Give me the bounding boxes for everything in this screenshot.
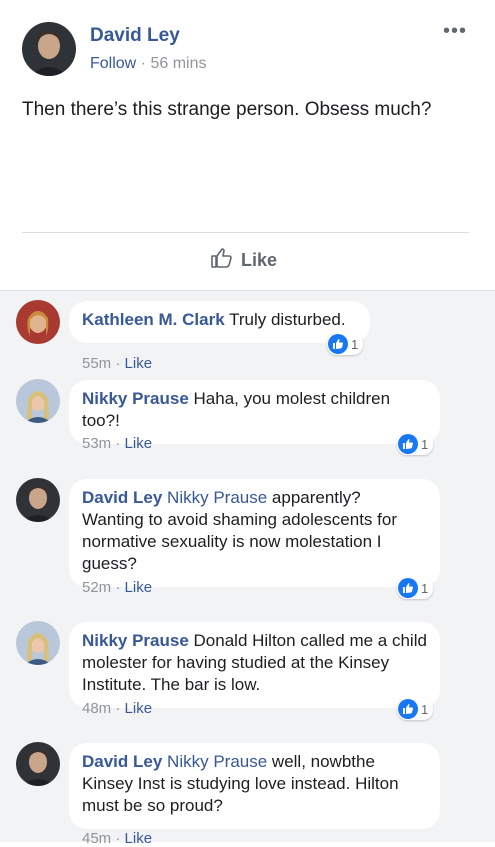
like-reaction-icon bbox=[398, 434, 418, 454]
reaction-count[interactable]: 1 bbox=[397, 577, 434, 599]
comment-bubble: David Ley Nikky Prause well, nowbthe Kin… bbox=[69, 743, 440, 829]
comment-like-link[interactable]: Like bbox=[125, 355, 153, 372]
author-avatar[interactable] bbox=[22, 22, 76, 76]
commenter-avatar[interactable] bbox=[16, 379, 60, 423]
reaction-count[interactable]: 1 bbox=[327, 333, 364, 355]
comment-tag[interactable]: Nikky Prause bbox=[162, 752, 267, 771]
comment-time[interactable]: 52m bbox=[82, 579, 111, 596]
comment-author[interactable]: David Ley bbox=[82, 752, 162, 771]
commenter-avatar-image bbox=[16, 300, 60, 344]
post-meta: Follow · 56 mins bbox=[90, 55, 206, 73]
post-timestamp[interactable]: 56 mins bbox=[150, 55, 206, 72]
comment-meta: 53m · Like bbox=[82, 435, 153, 452]
commenter-avatar[interactable] bbox=[16, 742, 60, 786]
like-reaction-icon bbox=[328, 334, 348, 354]
author-avatar-image bbox=[22, 22, 76, 76]
reaction-number: 1 bbox=[351, 336, 359, 352]
commenter-avatar[interactable] bbox=[16, 621, 60, 665]
comment-author[interactable]: Nikky Prause bbox=[82, 389, 189, 408]
reaction-count[interactable]: 1 bbox=[397, 698, 434, 720]
reaction-number: 1 bbox=[421, 436, 429, 452]
comment-meta: 55m · Like bbox=[82, 355, 153, 372]
comment-like-link[interactable]: Like bbox=[125, 435, 153, 452]
comment-like-link[interactable]: Like bbox=[125, 830, 153, 847]
follow-link[interactable]: Follow bbox=[90, 55, 136, 72]
comment-author[interactable]: David Ley bbox=[82, 488, 162, 507]
comment-tag[interactable]: Nikky Prause bbox=[162, 488, 267, 507]
meta-separator: · bbox=[136, 55, 151, 72]
like-label: Like bbox=[241, 250, 278, 270]
more-options-icon[interactable]: ••• bbox=[443, 20, 467, 43]
comment-like-link[interactable]: Like bbox=[125, 579, 153, 596]
comment-bubble: Kathleen M. Clark Truly disturbed. bbox=[69, 301, 370, 343]
reaction-count[interactable]: 1 bbox=[397, 433, 434, 455]
like-reaction-icon bbox=[398, 578, 418, 598]
comment-time[interactable]: 45m bbox=[82, 830, 111, 847]
comment-author[interactable]: Kathleen M. Clark bbox=[82, 310, 225, 329]
commenter-avatar-image bbox=[16, 742, 60, 786]
post-divider bbox=[22, 232, 469, 233]
commenter-avatar-image bbox=[16, 478, 60, 522]
comment-time[interactable]: 53m bbox=[82, 435, 111, 452]
comment-text: Truly disturbed. bbox=[224, 310, 346, 329]
like-reaction-icon bbox=[398, 699, 418, 719]
thumbs-up-icon bbox=[210, 246, 234, 275]
commenter-avatar-image bbox=[16, 379, 60, 423]
post-text: Then there’s this strange person. Obsess… bbox=[22, 99, 432, 120]
reaction-number: 1 bbox=[421, 701, 429, 717]
author-name[interactable]: David Ley bbox=[90, 25, 180, 47]
reaction-number: 1 bbox=[421, 580, 429, 596]
commenter-avatar[interactable] bbox=[16, 478, 60, 522]
comment-bubble: David Ley Nikky Prause apparently? Wanti… bbox=[69, 479, 440, 587]
commenter-avatar-image bbox=[16, 621, 60, 665]
comment-time[interactable]: 55m bbox=[82, 355, 111, 372]
comment-bubble: Nikky Prause Donald Hilton called me a c… bbox=[69, 622, 440, 708]
comments-section: Kathleen M. Clark Truly disturbed. 1 55m… bbox=[0, 290, 495, 847]
comment-meta: 45m · Like bbox=[82, 830, 153, 847]
comment-author[interactable]: Nikky Prause bbox=[82, 631, 189, 650]
commenter-avatar[interactable] bbox=[16, 300, 60, 344]
post-card: David Ley Follow · 56 mins ••• Then ther… bbox=[0, 0, 495, 290]
comment-meta: 48m · Like bbox=[82, 700, 153, 717]
comment-meta: 52m · Like bbox=[82, 579, 153, 596]
like-button[interactable]: Like bbox=[210, 246, 277, 275]
comment-like-link[interactable]: Like bbox=[125, 700, 153, 717]
comment-time[interactable]: 48m bbox=[82, 700, 111, 717]
